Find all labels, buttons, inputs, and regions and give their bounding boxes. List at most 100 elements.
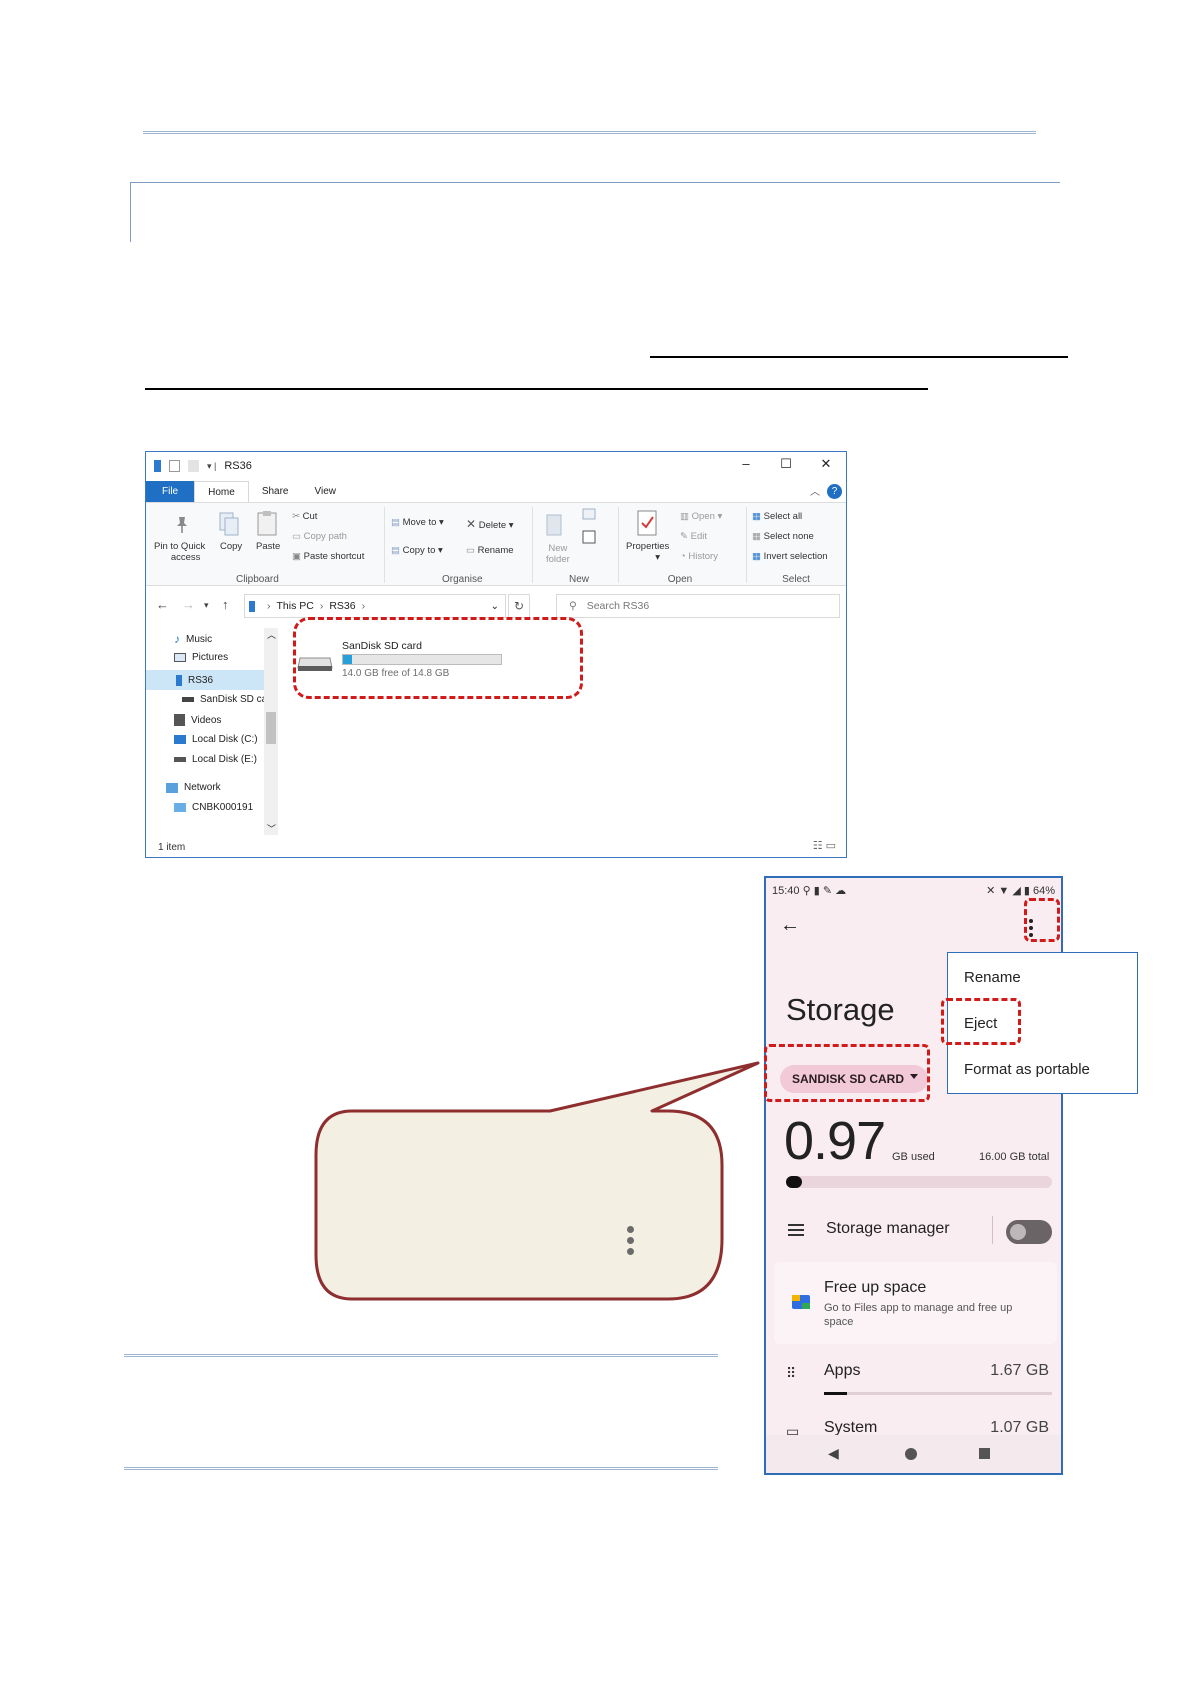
nav-back-icon[interactable]: ◀ — [828, 1445, 839, 1462]
tab-view[interactable]: View — [302, 481, 350, 502]
device-icon — [154, 460, 161, 472]
paste-button[interactable]: Paste — [256, 541, 280, 552]
address-dropdown-icon[interactable]: ⌄ — [491, 601, 499, 612]
up-icon[interactable]: ↑ — [222, 597, 229, 612]
volume-chip-highlight — [764, 1044, 930, 1102]
search-input[interactable]: ⚲ Search RS36 — [556, 594, 840, 618]
copy-button[interactable]: Copy — [220, 541, 242, 552]
cut-button[interactable]: ✂ Cut — [292, 511, 317, 522]
free-up-space-card[interactable]: Free up space Go to Files app to manage … — [774, 1262, 1057, 1344]
address-row: ← → ▾ ↑ › This PC › RS36 › ⌄ ↻ ⚲ Search … — [146, 592, 846, 620]
collapse-ribbon-icon[interactable]: ︿ — [810, 483, 820, 498]
rename-button[interactable]: ▭ Rename — [466, 545, 514, 556]
toggle-knob — [1010, 1224, 1026, 1240]
tab-share[interactable]: Share — [249, 481, 302, 502]
rename-icon: ▭ — [466, 545, 475, 556]
computer-icon — [174, 803, 186, 812]
open-button[interactable]: ▥ Open ▾ — [680, 511, 722, 522]
view-toggle-icons[interactable]: ☷ ▭ — [813, 839, 836, 852]
tab-home[interactable]: Home — [194, 481, 249, 502]
nav-item-pictures[interactable]: Pictures — [174, 652, 228, 663]
nav-item-rs36[interactable]: RS36 — [146, 670, 264, 690]
nav-home-icon[interactable] — [905, 1448, 917, 1460]
pin-label-2: access — [170, 552, 201, 563]
paste-shortcut-button[interactable]: ▣ Paste shortcut — [292, 551, 364, 562]
nav-item-videos[interactable]: Videos — [174, 714, 221, 726]
maximize-button[interactable]: ☐ — [776, 456, 796, 472]
history-button[interactable]: ◔ History — [680, 551, 718, 562]
refresh-button[interactable]: ↻ — [508, 594, 530, 618]
select-none-icon: ▦ — [752, 531, 761, 542]
nav-item-network[interactable]: Network — [166, 782, 221, 793]
apps-usage-fill — [824, 1392, 847, 1395]
scroll-down-icon[interactable]: ﹀ — [267, 822, 276, 835]
window-title: RS36 — [224, 460, 252, 472]
delete-button[interactable]: ✕ Delete ▾ — [466, 517, 514, 531]
files-app-icon — [792, 1295, 810, 1309]
new-folder-quick-icon[interactable] — [188, 460, 199, 472]
forward-icon[interactable]: → — [182, 597, 195, 612]
select-none-button[interactable]: ▦ Select none — [752, 531, 814, 542]
storage-manager-label: Storage manager — [826, 1220, 950, 1237]
eject-highlight — [941, 998, 1021, 1045]
recent-locations-icon[interactable]: ▾ — [204, 600, 209, 611]
ribbon-separator — [384, 507, 385, 583]
properties-check-icon[interactable] — [169, 460, 180, 472]
nav-item-cnbk000191[interactable]: CNBK000191 — [174, 802, 253, 813]
copy-to-button[interactable]: ▤ Copy to ▾ — [391, 545, 443, 556]
scroll-up-icon[interactable]: ︿ — [267, 628, 276, 641]
menu-item-format-portable[interactable]: Format as portable — [964, 1061, 1090, 1078]
scissors-icon: ✂ — [292, 511, 300, 522]
nav-scrollbar[interactable]: ︿ ﹀ — [264, 628, 278, 835]
status-time: 15:40 — [772, 885, 800, 897]
nav-item-local-disk-e[interactable]: Local Disk (E:) — [174, 754, 257, 765]
menu-item-rename[interactable]: Rename — [964, 969, 1021, 986]
invert-selection-button[interactable]: ▦ Invert selection — [752, 551, 828, 562]
scroll-thumb[interactable] — [266, 712, 276, 744]
search-icon: ⚲ — [569, 600, 577, 612]
new-item-icon — [582, 508, 596, 544]
nav-recents-icon[interactable] — [979, 1448, 990, 1459]
address-bar[interactable]: › This PC › RS36 › ⌄ — [244, 594, 506, 618]
new-folder-icon — [546, 514, 562, 536]
storage-manager-toggle[interactable] — [1006, 1220, 1052, 1244]
android-nav-bar: ◀ — [766, 1435, 1061, 1473]
breadcrumb-chevron-icon: › — [267, 600, 271, 612]
nav-item-sandisk[interactable]: SanDisk SD car — [182, 694, 271, 705]
properties-button[interactable]: Properties ▾ — [626, 541, 669, 563]
pin-to-quick-access-button[interactable]: Pin to Quick access — [154, 541, 205, 563]
help-icon[interactable]: ? — [827, 484, 842, 499]
back-icon[interactable]: ← — [156, 597, 169, 612]
breadcrumb-this-pc[interactable]: This PC — [277, 600, 314, 612]
toggle-divider — [992, 1216, 993, 1244]
search-placeholder: Search RS36 — [586, 600, 650, 612]
invert-selection-icon: ▦ — [752, 551, 761, 562]
storage-usage-fill — [786, 1176, 802, 1188]
music-icon: ♪ — [174, 632, 180, 646]
note-rule-bottom — [124, 1467, 718, 1470]
apps-usage-bar — [824, 1392, 1052, 1395]
apps-size: 1.67 GB — [990, 1362, 1049, 1379]
section-heading-box — [130, 182, 1060, 242]
copy-path-button[interactable]: ▭ Copy path — [292, 531, 347, 542]
storage-manager-icon — [788, 1224, 804, 1239]
minimize-button[interactable]: – — [736, 456, 756, 471]
item-count: 1 item — [158, 842, 186, 853]
move-to-button[interactable]: ▤ Move to ▾ — [391, 517, 444, 528]
customize-toolbar-icon[interactable]: ▾ | — [207, 461, 216, 472]
tab-file[interactable]: File — [146, 481, 195, 502]
drive-highlight-box — [293, 617, 583, 699]
new-folder-button[interactable]: New folder — [546, 543, 570, 565]
nav-item-music[interactable]: ♪ Music — [174, 632, 212, 646]
free-up-space-title: Free up space — [824, 1279, 927, 1296]
nav-item-local-disk-c[interactable]: Local Disk (C:) — [174, 734, 258, 745]
close-button[interactable]: ✕ — [816, 456, 836, 472]
select-all-button[interactable]: ▦ Select all — [752, 511, 802, 522]
apps-label[interactable]: Apps — [824, 1362, 860, 1380]
breadcrumb-rs36[interactable]: RS36 — [329, 600, 355, 612]
edit-button[interactable]: ✎ Edit — [680, 531, 707, 542]
breadcrumb-chevron-icon: › — [319, 600, 324, 612]
total-storage: 16.00 GB total — [979, 1151, 1050, 1163]
clipboard-group-label: Clipboard — [236, 574, 279, 585]
back-arrow-icon[interactable]: ← — [780, 914, 800, 937]
